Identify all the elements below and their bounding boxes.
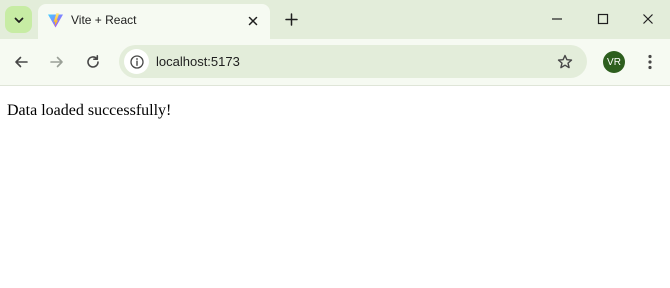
arrow-left-icon	[15, 56, 28, 68]
reload-button[interactable]	[81, 50, 105, 74]
browser-tab-active[interactable]: Vite + React	[38, 4, 270, 39]
minimize-button[interactable]	[545, 8, 569, 30]
tab-close-button[interactable]	[245, 13, 261, 29]
browser-toolbar: localhost:5173 VR	[0, 39, 670, 86]
address-bar[interactable]: localhost:5173	[119, 45, 587, 78]
info-icon	[129, 54, 144, 69]
bookmark-button[interactable]	[555, 52, 575, 72]
forward-button[interactable]	[45, 50, 69, 74]
browser-menu-button[interactable]	[640, 51, 660, 73]
more-vertical-icon	[648, 54, 652, 70]
vite-logo-icon	[48, 13, 63, 28]
minimize-icon	[552, 18, 562, 20]
star-icon	[557, 54, 573, 69]
tab-search-button[interactable]	[5, 6, 32, 33]
status-message: Data loaded successfully!	[7, 102, 172, 119]
maximize-icon	[597, 13, 609, 25]
arrow-right-icon	[50, 56, 63, 68]
close-icon	[248, 16, 258, 26]
tab-title: Vite + React	[71, 13, 137, 27]
back-button[interactable]	[9, 50, 33, 74]
maximize-button[interactable]	[591, 8, 615, 30]
close-icon	[643, 14, 653, 24]
site-info-button[interactable]	[124, 49, 149, 74]
chevron-down-icon	[14, 17, 23, 23]
close-window-button[interactable]	[636, 8, 660, 30]
new-tab-button[interactable]	[280, 8, 302, 30]
reload-icon	[87, 55, 99, 68]
browser-title-bar: Vite + React	[0, 0, 670, 39]
profile-avatar[interactable]: VR	[603, 51, 625, 73]
url-text: localhost:5173	[156, 54, 240, 69]
plus-icon	[284, 12, 298, 26]
